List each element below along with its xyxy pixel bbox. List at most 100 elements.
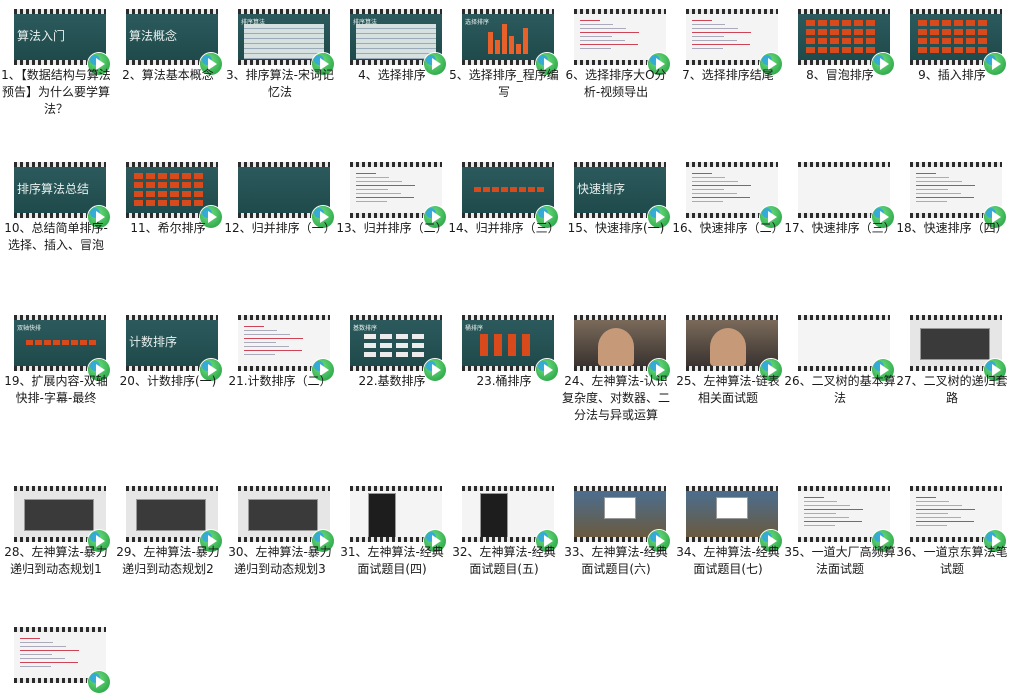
video-thumbnail[interactable]: 桶排序	[462, 315, 558, 381]
cell-shape	[396, 352, 408, 357]
video-thumbnail[interactable]	[798, 486, 894, 552]
video-thumbnail[interactable]	[238, 315, 334, 381]
video-thumbnail[interactable]: 选择排序	[462, 9, 558, 75]
video-thumbnail[interactable]: 计数排序	[126, 315, 222, 381]
cell-shape	[396, 343, 408, 348]
video-thumbnail[interactable]	[686, 486, 782, 552]
code-line-shape	[916, 189, 948, 190]
video-thumbnail[interactable]	[574, 315, 670, 381]
video-thumbnail[interactable]	[14, 486, 110, 552]
video-thumbnail[interactable]	[126, 162, 222, 228]
file-name-label: 10、总结简单排序-选择、插入、冒泡	[4, 221, 108, 252]
cell-shape	[830, 38, 839, 44]
video-thumbnail[interactable]: 排序算法	[238, 9, 334, 75]
video-thumbnail[interactable]: 快速排序	[574, 162, 670, 228]
file-name-label: 23.桶排序	[476, 374, 532, 388]
code-line-shape	[692, 28, 738, 29]
thumbnail-screen	[14, 491, 106, 537]
code-line-shape	[804, 513, 836, 514]
cell-shape	[522, 334, 530, 356]
cell-shape	[158, 191, 167, 197]
file-name-label: 3、排序算法-宋词记忆法	[226, 68, 334, 99]
cell-shape	[866, 47, 875, 53]
video-thumbnail[interactable]	[350, 162, 446, 228]
file-name-label: 21.计数排序（二）	[228, 374, 332, 388]
cell-shape	[942, 20, 951, 26]
video-thumbnail[interactable]: 算法概念	[126, 9, 222, 75]
thumbnail-title-text: 快速排序	[577, 182, 626, 196]
file-name-label: 31、左神算法-经典面试题目(四)	[340, 545, 444, 576]
cell-shape	[146, 173, 155, 179]
code-line-shape	[580, 44, 638, 45]
video-thumbnail[interactable]	[14, 627, 110, 693]
code-line-shape	[804, 525, 835, 526]
file-name-label: 13、归并排序（二）	[336, 221, 448, 235]
cell-shape	[170, 191, 179, 197]
cell-shape	[918, 29, 927, 35]
code-line-shape	[692, 189, 724, 190]
cell-shape	[942, 38, 951, 44]
thumbnail-screen	[686, 491, 778, 537]
video-thumbnail[interactable]: 排序算法总结	[14, 162, 110, 228]
video-thumbnail[interactable]	[686, 9, 782, 75]
video-thumbnail[interactable]	[574, 9, 670, 75]
thumbnail-screen	[574, 491, 666, 537]
code-line-shape	[692, 185, 751, 186]
video-thumbnail[interactable]	[238, 162, 334, 228]
file-name-label: 4、选择排序	[358, 68, 426, 82]
cell-shape	[954, 47, 963, 53]
video-thumbnail[interactable]: 排序算法	[350, 9, 446, 75]
file-name-label: 11、希尔排序	[130, 221, 206, 235]
code-line-shape	[692, 181, 738, 182]
cell-shape	[866, 38, 875, 44]
video-thumbnail[interactable]	[462, 162, 558, 228]
video-thumbnail[interactable]	[910, 315, 1006, 381]
video-thumbnail[interactable]	[238, 486, 334, 552]
thumbnail-title-text: 计数排序	[129, 335, 178, 349]
video-thumbnail[interactable]	[798, 162, 894, 228]
video-thumbnail[interactable]	[910, 9, 1006, 75]
thumbnail-title-text: 排序算法总结	[17, 182, 90, 196]
video-thumbnail[interactable]: 基数排序	[350, 315, 446, 381]
code-line-shape	[580, 48, 611, 49]
cell-shape	[930, 29, 939, 35]
file-name-label: 26、二叉树的基本算法	[784, 374, 896, 405]
video-thumbnail[interactable]	[686, 162, 782, 228]
cell-shape	[134, 191, 143, 197]
file-name-label: 22.基数排序	[358, 374, 426, 388]
code-line-shape	[244, 326, 264, 327]
cell-shape	[854, 20, 863, 26]
video-thumbnail[interactable]	[350, 486, 446, 552]
video-thumbnail[interactable]	[462, 486, 558, 552]
thumbnail-screen	[238, 320, 330, 366]
player-logo-icon	[90, 361, 100, 371]
player-logo-icon	[762, 532, 772, 542]
cell-shape	[966, 38, 975, 44]
video-thumbnail[interactable]: 算法入门	[14, 9, 110, 75]
code-line-shape	[916, 501, 949, 502]
bar-shape	[502, 24, 507, 54]
player-logo-icon	[426, 532, 436, 542]
cell-shape	[194, 173, 203, 179]
cell-shape	[380, 343, 392, 348]
code-line-shape	[916, 197, 974, 198]
dark-panel-shape	[368, 493, 396, 537]
cell-shape	[830, 20, 839, 26]
video-thumbnail[interactable]	[910, 486, 1006, 552]
code-line-shape	[804, 501, 837, 502]
cell-shape	[966, 29, 975, 35]
video-thumbnail[interactable]	[798, 9, 894, 75]
cell-shape	[842, 38, 851, 44]
video-thumbnail[interactable]	[798, 315, 894, 381]
video-thumbnail[interactable]: 双轴快排	[14, 315, 110, 381]
cell-shape	[412, 343, 424, 348]
video-thumbnail[interactable]	[686, 315, 782, 381]
cell-shape	[519, 187, 526, 192]
video-thumbnail[interactable]	[574, 486, 670, 552]
cell-shape	[918, 20, 927, 26]
file-name-label: 5、选择排序_程序编写	[449, 68, 559, 99]
play-icon	[88, 671, 110, 693]
thumbnail-screen: 基数排序	[350, 320, 442, 366]
video-thumbnail[interactable]	[126, 486, 222, 552]
video-thumbnail[interactable]	[910, 162, 1006, 228]
